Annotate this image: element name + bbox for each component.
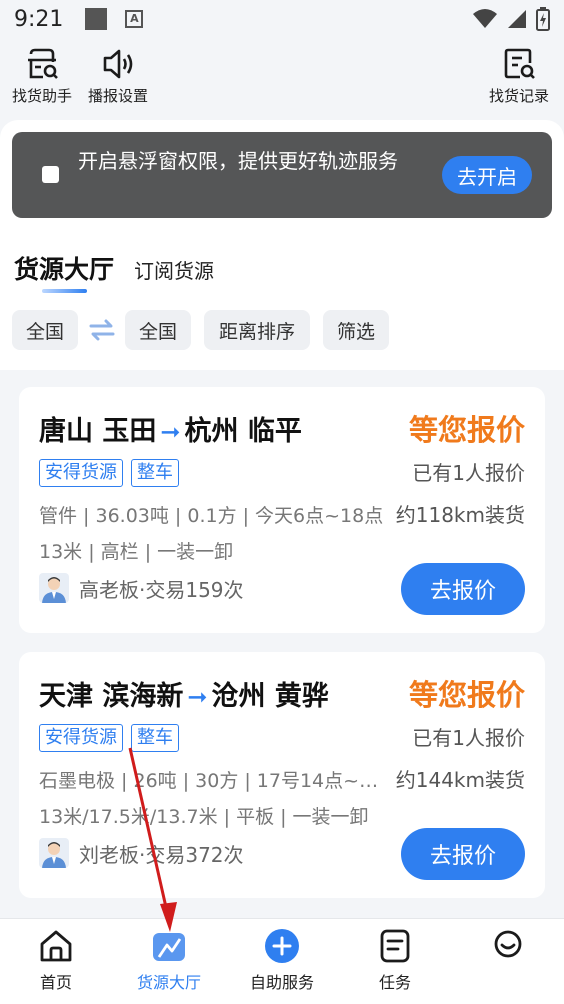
permission-banner: 开启悬浮窗权限，提供更好轨迹服务 去开启 [12, 132, 552, 218]
banner-icon [42, 166, 59, 183]
swap-arrows-icon[interactable] [88, 319, 116, 341]
finder-assistant-label: 找货助手 [12, 87, 73, 105]
route-origin: 天津 滨海新 [39, 681, 184, 712]
quote-status: 等您报价 [408, 678, 525, 712]
task-list-icon [380, 929, 410, 963]
nav-home-label: 首页 [39, 973, 72, 992]
nav-cargo-hall[interactable]: 货源大厅 [114, 927, 224, 993]
source-tag: 安得货源 [39, 459, 123, 487]
nav-home[interactable]: 首页 [1, 927, 111, 993]
loading-distance: 约118km装货 [395, 503, 525, 527]
nav-tasks-label: 任务 [378, 973, 411, 992]
origin-filter-chip[interactable]: 全国 [12, 310, 78, 350]
status-icons [472, 7, 550, 31]
broadcast-settings-label: 播报设置 [88, 87, 149, 105]
finder-records-button[interactable]: 找货记录 [489, 46, 549, 106]
filter-chip[interactable]: 筛选 [323, 310, 389, 350]
plus-circle-icon [265, 929, 299, 963]
avatar [39, 573, 69, 603]
nav-tasks[interactable]: 任务 [340, 927, 450, 993]
quote-count: 已有1人报价 [412, 461, 525, 485]
route-destination: 沧州 黄骅 [211, 681, 329, 712]
route-origin: 唐山 玉田 [39, 416, 157, 447]
cargo-card[interactable]: 唐山 玉田 ➞ 杭州 临平 等您报价 安得货源 整车 已有1人报价 管件 | 36.… [19, 387, 545, 633]
tag-group: 安得货源 整车 [39, 459, 179, 487]
owner-name: 高老板·交易159次 [79, 577, 244, 602]
vehicle-details: 13米 | 高栏 | 一装一卸 [39, 541, 234, 563]
destination-filter-chip[interactable]: 全国 [125, 310, 191, 350]
signal-icon [508, 10, 526, 28]
owner-info: 高老板·交易159次 [39, 573, 244, 603]
avatar [39, 838, 69, 868]
route-arrow-icon: ➞ [187, 683, 208, 711]
cargo-card[interactable]: 天津 滨海新 ➞ 沧州 黄骅 等您报价 安得货源 整车 已有1人报价 石墨电极 | … [19, 652, 545, 898]
nav-self-service[interactable]: 自助服务 [227, 927, 337, 993]
broadcast-settings-button[interactable]: 播报设置 [88, 46, 148, 106]
tab-subscribed-cargo[interactable]: 订阅货源 [134, 255, 214, 284]
status-bar: 9:21 A [0, 0, 564, 38]
vehicle-type-tag: 整车 [131, 724, 179, 752]
bottom-navigation: 首页 货源大厅 自助服务 任务 [0, 918, 564, 1004]
finder-assistant-button[interactable]: 找货助手 [12, 46, 72, 106]
tag-group: 安得货源 整车 [39, 724, 179, 752]
smiley-profile-icon [494, 930, 522, 958]
loading-distance: 约144km装货 [395, 768, 525, 792]
cargo-tabs: 货源大厅 订阅货源 [14, 250, 214, 286]
nav-mine[interactable] [453, 927, 563, 969]
quote-button[interactable]: 去报价 [401, 828, 525, 880]
quote-button[interactable]: 去报价 [401, 563, 525, 615]
status-time: 9:21 [14, 6, 64, 32]
route: 天津 滨海新 ➞ 沧州 黄骅 [39, 674, 329, 713]
owner-name: 刘老板·交易372次 [79, 842, 244, 867]
notification-square-icon [85, 8, 108, 30]
nav-self-service-label: 自助服务 [249, 973, 314, 992]
quote-status: 等您报价 [408, 413, 525, 447]
route-destination: 杭州 临平 [184, 416, 302, 447]
cargo-details: 管件 | 36.03吨 | 0.1方 | 今天6点~18点 [39, 505, 384, 527]
route-arrow-icon: ➞ [160, 418, 181, 446]
battery-icon [536, 7, 550, 31]
vehicle-type-tag: 整车 [131, 459, 179, 487]
owner-info: 刘老板·交易372次 [39, 838, 244, 868]
top-toolbar: 找货助手 播报设置 找货记录 [0, 38, 564, 120]
quote-count: 已有1人报价 [412, 726, 525, 750]
banner-message: 开启悬浮窗权限，提供更好轨迹服务 [78, 149, 398, 173]
tab-cargo-hall[interactable]: 货源大厅 [14, 250, 114, 286]
accessibility-a-icon: A [125, 10, 144, 28]
cargo-hall-icon [153, 933, 185, 961]
enable-permission-button[interactable]: 去开启 [442, 156, 532, 194]
speaker-icon [103, 49, 133, 79]
cargo-details: 石墨电极 | 26吨 | 30方 | 17号14点~18点 [39, 770, 384, 792]
sort-distance-chip[interactable]: 距离排序 [204, 310, 310, 350]
truck-search-icon [28, 48, 58, 79]
nav-cargo-hall-label: 货源大厅 [136, 973, 201, 992]
vehicle-details: 13米/17.5米/13.7米 | 平板 | 一装一卸 [39, 806, 369, 828]
route: 唐山 玉田 ➞ 杭州 临平 [39, 409, 302, 448]
home-icon [40, 930, 72, 962]
record-search-icon [504, 48, 535, 79]
finder-records-label: 找货记录 [489, 87, 550, 105]
tab-indicator [42, 289, 87, 293]
wifi-icon [473, 9, 497, 28]
source-tag: 安得货源 [39, 724, 123, 752]
